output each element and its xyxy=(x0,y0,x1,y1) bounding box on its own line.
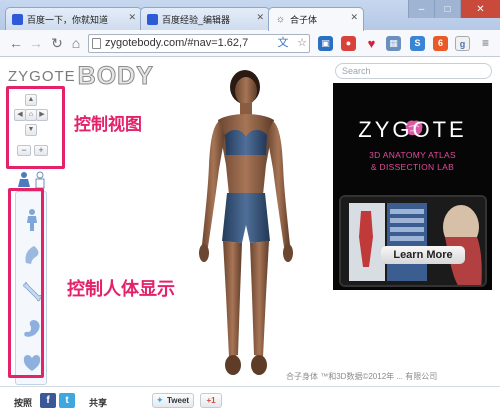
browser-toolbar: ← → ↻ ⌂ zygotebody.com/#nav=1.62,7 文 ☆ ▣… xyxy=(0,30,500,57)
home-button[interactable]: ⌂ xyxy=(66,34,86,53)
extension-s-icon[interactable]: S xyxy=(410,36,425,51)
ad-banner[interactable]: ZYGOTE 3D ANATOMY ATLAS & DISSECTION LAB… xyxy=(333,83,492,290)
learn-more-button[interactable]: Learn More xyxy=(381,246,465,264)
extension-g-icon[interactable]: g xyxy=(455,36,470,51)
minimize-button[interactable]: – xyxy=(408,0,434,18)
facebook-icon[interactable]: f xyxy=(40,393,56,408)
tab-zygote[interactable]: ☼ 合子体 ✕ xyxy=(268,7,364,31)
grid-icon[interactable]: ▦ xyxy=(386,36,401,51)
tab-baidu-editor[interactable]: 百度经验_编辑器 ✕ xyxy=(140,7,270,30)
footer-bar: 按照 f t 共享 ✦ Tweet +1 xyxy=(0,386,500,414)
anatomy-illustration xyxy=(341,197,485,285)
maximize-button[interactable]: □ xyxy=(434,0,460,18)
tab-label: 百度一下，你就知道 xyxy=(27,14,109,25)
extension-red-icon[interactable]: ● xyxy=(341,36,356,51)
google-plus-button[interactable]: +1 xyxy=(200,393,222,408)
ad-title: ZYGOTE xyxy=(358,117,467,142)
layer-control-highlight xyxy=(8,188,44,378)
share-label: 共享 xyxy=(89,398,108,408)
wrench-icon[interactable]: ≡ xyxy=(478,36,493,51)
window-controls: – □ ✕ xyxy=(408,0,500,18)
loading-icon: ☼ xyxy=(275,14,286,25)
logo-zygote-text: ZYGOTE xyxy=(8,67,76,85)
tweet-label: Tweet xyxy=(167,396,190,405)
view-control-highlight xyxy=(6,86,65,169)
baidu-paw-icon xyxy=(12,13,23,25)
tab-label: 合子体 xyxy=(290,15,318,25)
reload-button[interactable]: ↻ xyxy=(47,34,67,53)
translate-icon[interactable]: 文 xyxy=(277,37,289,49)
extension-6-icon[interactable]: 6 xyxy=(433,36,448,51)
url-text: zygotebody.com/#nav=1.62,7 xyxy=(105,37,249,49)
heart-icon[interactable]: ♥ xyxy=(364,36,379,51)
tab-baidu[interactable]: 百度一下，你就知道 ✕ xyxy=(5,7,142,30)
page: ZYGOTE BODY Search ▲ ◀ ⌂ ▶ ▼ − + 控制视图 控制… xyxy=(0,57,500,414)
close-icon[interactable]: ✕ xyxy=(256,12,264,23)
extension-blue-icon[interactable]: ▣ xyxy=(318,36,333,51)
search-placeholder: Search xyxy=(342,66,371,76)
baidu-paw-icon xyxy=(147,13,158,25)
follow-label: 按照 xyxy=(14,398,33,408)
tweet-button[interactable]: ✦ Tweet xyxy=(152,393,194,408)
twitter-icon[interactable]: t xyxy=(59,393,75,408)
ad-subtitle-2: & DISSECTION LAB xyxy=(370,162,455,172)
forward-button[interactable]: → xyxy=(26,34,46,53)
search-input[interactable]: Search xyxy=(335,63,492,79)
browser-tabstrip: 百度一下，你就知道 ✕ 百度经验_编辑器 ✕ ☼ 合子体 ✕ – □ ✕ xyxy=(0,0,500,31)
window-close-button[interactable]: ✕ xyxy=(460,0,500,18)
gender-toggle xyxy=(14,171,54,189)
logo-body-text: BODY xyxy=(77,61,154,90)
twitter-bird-icon: ✦ xyxy=(156,395,164,405)
tab-label: 百度经验_编辑器 xyxy=(162,14,231,25)
human-body-model[interactable] xyxy=(180,65,310,385)
back-button[interactable]: ← xyxy=(6,34,26,53)
close-icon[interactable]: ✕ xyxy=(350,12,358,23)
annotation-layer-control: 控制人体显示 xyxy=(67,279,175,300)
ad-subtitle-1: 3D ANATOMY ATLAS xyxy=(369,150,456,160)
close-icon[interactable]: ✕ xyxy=(128,12,136,23)
bookmark-star-icon[interactable]: ☆ xyxy=(296,37,308,49)
page-icon xyxy=(92,38,101,49)
copyright-text: 合子身体 ™和3D数据©2012年 ... 有限公司 xyxy=(286,372,438,381)
annotation-view-control: 控制视图 xyxy=(74,115,142,135)
ad-tablet-image xyxy=(339,195,487,287)
